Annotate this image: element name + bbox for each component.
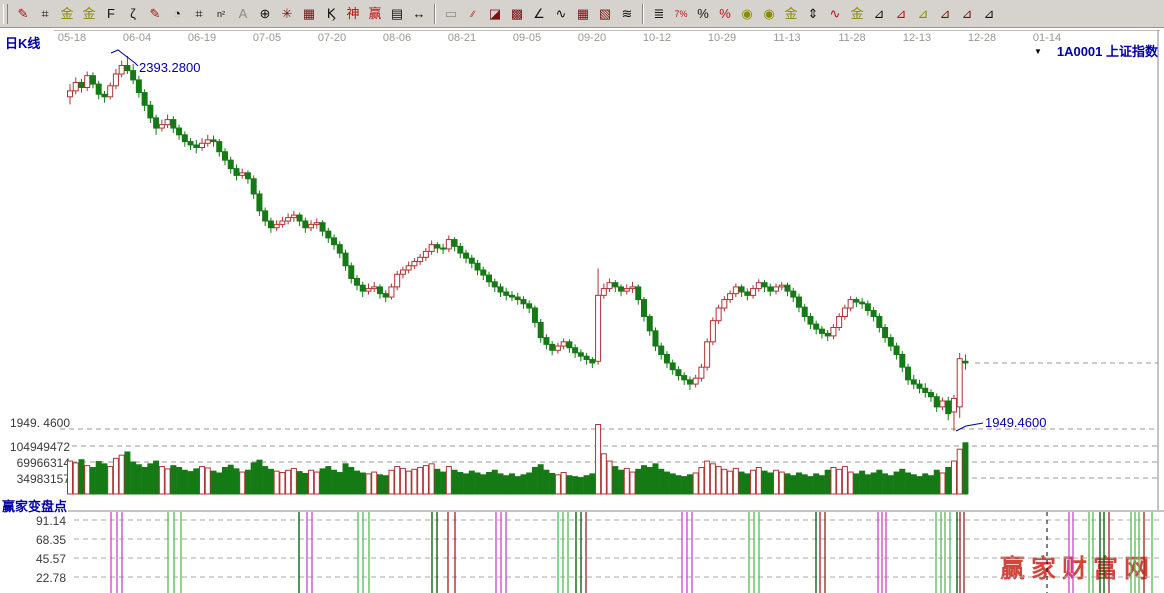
golden-band-icon[interactable]: 金 (78, 3, 100, 25)
fan-square-icon[interactable]: ◪ (484, 3, 506, 25)
updown-range-icon[interactable]: ⇕ (802, 3, 824, 25)
rays-box-icon[interactable]: ▩ (506, 3, 528, 25)
angle-f-icon[interactable]: ⊿ (890, 3, 912, 25)
period-grid-icon[interactable]: ⌗ (188, 3, 210, 25)
time-cycle-icon[interactable]: ◔ (166, 3, 188, 25)
ruler-icon[interactable]: ▤ (386, 3, 408, 25)
low-price-callout: 1949.4600 (985, 415, 1046, 430)
parallel-lines-icon[interactable]: ≋ (616, 3, 638, 25)
measure-width-icon[interactable]: ↔ (408, 3, 430, 25)
indicator-tick-2: 68.35 (0, 533, 66, 547)
angle-gold-icon[interactable]: ⊿ (912, 3, 934, 25)
trend-angle-icon[interactable]: ∠ (528, 3, 550, 25)
date-axis-label: 07-20 (308, 32, 356, 44)
date-axis-label: 12-28 (958, 32, 1006, 44)
date-axis-label: 09-20 (568, 32, 616, 44)
drawing-toolbar: ✎⌗金金Fζ✎◔⌗n²A⊕✳▦Ϗ神赢▤↔▭∕∕◪▩∠∿▦▧≋≣7%%%◉◉金⇕∿… (0, 0, 1164, 28)
date-axis-label: 10-12 (633, 32, 681, 44)
text-note-icon[interactable]: A (232, 3, 254, 25)
volume-compare-icon[interactable]: ≣ (648, 3, 670, 25)
date-axis-label: 01-14 (1023, 32, 1071, 44)
kline-period-label[interactable]: 日K线 (5, 33, 40, 52)
grid-box-icon[interactable]: ▦ (572, 3, 594, 25)
date-axis-label: 09-05 (503, 32, 551, 44)
peak-price-callout: 2393.2800 (139, 60, 200, 75)
low-price-axis-label: 1949. 4600 (0, 416, 70, 430)
square-of-nine-icon[interactable]: n² (210, 3, 232, 25)
index-code-label[interactable]: 1A0001 上证指数 (1057, 41, 1158, 60)
ying-tool-icon[interactable]: 赢 (364, 3, 386, 25)
date-axis-label: 06-19 (178, 32, 226, 44)
gold-circle-icon[interactable]: ◉ (736, 3, 758, 25)
index-dropdown-icon[interactable]: ▼ (1034, 47, 1042, 56)
spiral-icon[interactable]: ζ (122, 3, 144, 25)
frame-icon[interactable]: ▭ (440, 3, 462, 25)
date-axis-label: 12-13 (893, 32, 941, 44)
volume-series (68, 425, 968, 494)
date-axis-label: 06-04 (113, 32, 161, 44)
k-pattern-icon[interactable]: Ϗ (320, 3, 342, 25)
fibonacci-icon[interactable]: F (100, 3, 122, 25)
signal-lines (111, 512, 1152, 593)
golden-section-icon[interactable]: 金 (56, 3, 78, 25)
angle-zhuang-icon[interactable]: ⊿ (956, 3, 978, 25)
toolbar-grip[interactable] (3, 4, 8, 24)
grid-arrow-icon[interactable]: ▧ (594, 3, 616, 25)
date-axis-label: 08-21 (438, 32, 486, 44)
volume-tick-3: 34983157 (0, 472, 70, 486)
angle-four-icon[interactable]: ⊿ (978, 3, 1000, 25)
percent-change-icon[interactable]: 7% (670, 3, 692, 25)
compass-icon[interactable]: ⊕ (254, 3, 276, 25)
chart-top-border (54, 30, 1160, 31)
peak-callout-connector (111, 50, 138, 66)
shen-tool-icon[interactable]: 神 (342, 3, 364, 25)
volume-tick-1: 104949472 (0, 440, 70, 454)
date-axis-label: 05-18 (48, 32, 96, 44)
gann-wheel-icon[interactable]: ✳ (276, 3, 298, 25)
indicator-title[interactable]: 赢家变盘点 (2, 496, 67, 515)
indicator-tick-3: 45.57 (0, 552, 66, 566)
gold-ring-icon[interactable]: ◉ (758, 3, 780, 25)
volume-tick-2: 69966314 (0, 456, 70, 470)
date-axis-label: 11-28 (828, 32, 876, 44)
percent-line-icon[interactable]: % (714, 3, 736, 25)
ray-fan-icon[interactable]: ∕∕ (462, 3, 484, 25)
gann-grid-icon[interactable]: ⌗ (34, 3, 56, 25)
gold-underline-icon[interactable]: 金 (846, 3, 868, 25)
date-axis-label: 07-05 (243, 32, 291, 44)
indicator-tick-4: 22.78 (0, 571, 66, 585)
draw-pen-icon[interactable]: ✎ (12, 3, 34, 25)
gold-lines-icon[interactable]: 金 (780, 3, 802, 25)
gann-square-icon[interactable]: ▦ (298, 3, 320, 25)
kline-chart-canvas[interactable] (0, 0, 1164, 593)
toolbar-separator (642, 4, 644, 24)
toolbar-separator (434, 4, 436, 24)
low-callout-connector (956, 423, 983, 431)
site-watermark: 赢家财富网 (1000, 549, 1155, 585)
date-axis-label: 10-29 (698, 32, 746, 44)
date-axis-label: 08-06 (373, 32, 421, 44)
stock-app-window: ✎⌗金金Fζ✎◔⌗n²A⊕✳▦Ϗ神赢▤↔▭∕∕◪▩∠∿▦▧≋≣7%%%◉◉金⇕∿… (0, 0, 1164, 593)
candlestick-series (68, 56, 968, 431)
date-axis-label: 11-13 (763, 32, 811, 44)
zigzag-icon[interactable]: ∿ (550, 3, 572, 25)
indicator-tick-1: 91.14 (0, 514, 66, 528)
wave-icon[interactable]: ∿ (824, 3, 846, 25)
angle-speed-icon[interactable]: ⊿ (934, 3, 956, 25)
percent-icon[interactable]: % (692, 3, 714, 25)
angle-j-icon[interactable]: ⊿ (868, 3, 890, 25)
marker-pen-icon[interactable]: ✎ (144, 3, 166, 25)
